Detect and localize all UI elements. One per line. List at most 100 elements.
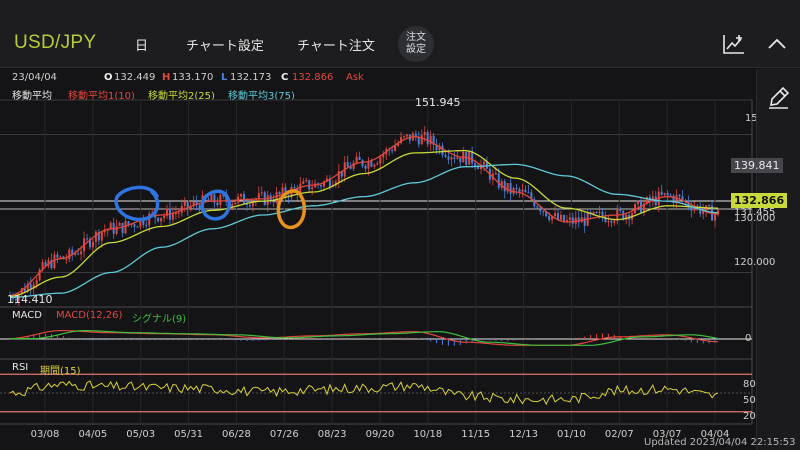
candle-body-204 — [613, 220, 616, 223]
candle-body-117 — [355, 156, 358, 163]
candle-body-226 — [678, 195, 681, 197]
candle-body-91 — [278, 192, 281, 195]
candle-body-154 — [465, 151, 468, 165]
price-tick-120: 120.000 — [734, 257, 776, 268]
rsi-tick-20: 20 — [743, 411, 756, 422]
candle-body-70 — [216, 202, 219, 206]
candle-body-171 — [515, 187, 518, 190]
candle-body-130 — [394, 145, 397, 151]
candle-body-105 — [320, 185, 323, 187]
candle-body-51 — [160, 217, 163, 222]
x-axis-label-12: 02/07 — [605, 429, 634, 440]
candle-body-38 — [121, 222, 124, 234]
candle-body-42 — [133, 224, 136, 227]
candle-body-46 — [145, 224, 148, 226]
candle-body-151 — [456, 157, 459, 159]
candle-body-96 — [293, 187, 296, 189]
candle-body-36 — [115, 225, 118, 234]
candle-body-92 — [281, 187, 284, 195]
last-updated-text: Updated 2023/04/04 22:15:53 — [644, 437, 796, 448]
candle-body-160 — [482, 161, 485, 165]
candle-body-68 — [210, 194, 213, 202]
candle-body-140 — [423, 132, 426, 135]
candle-body-124 — [376, 163, 379, 165]
candle-body-19 — [65, 258, 68, 260]
chart-grid — [0, 99, 753, 425]
candle-body-184 — [554, 213, 557, 217]
candle-body-125 — [379, 157, 382, 164]
candle-body-99 — [302, 181, 305, 184]
moving-average-lines — [9, 136, 719, 298]
candle-body-169 — [509, 183, 512, 194]
candle-body-85 — [260, 192, 263, 194]
candle-body-71 — [219, 195, 222, 206]
candle-body-220 — [660, 191, 663, 195]
candle-body-147 — [444, 154, 447, 157]
candle-body-20 — [68, 249, 71, 259]
candle-body-212 — [637, 201, 640, 205]
ma3-price-box: 139.841 — [731, 158, 783, 173]
candle-body-23 — [77, 253, 80, 255]
macd-signal-label: シグナル(9) — [132, 314, 187, 325]
candle-body-129 — [391, 150, 394, 152]
candle-body-146 — [441, 145, 444, 155]
candle-body-134 — [405, 134, 408, 137]
ma2-line — [9, 149, 718, 298]
candle-body-123 — [373, 164, 376, 167]
price-chart[interactable]: 03/08 04/05 05/03 05/31 06/28 07/26 08/23 09/20… — [0, 0, 800, 450]
annotation-blue-circle-2 — [200, 189, 231, 221]
rsi-title: RSI — [12, 362, 29, 373]
candle-body-28 — [91, 241, 94, 248]
high-price-marker: 151.945 — [415, 96, 461, 109]
candle-body-43 — [136, 226, 139, 228]
candle-body-238 — [714, 214, 717, 221]
candle-body-141 — [426, 132, 429, 145]
candle-body-174 — [524, 189, 527, 193]
candle-body-180 — [542, 211, 545, 213]
candle-body-100 — [305, 180, 308, 182]
candle-body-133 — [402, 136, 405, 138]
candle-body-189 — [568, 217, 571, 220]
candle-body-52 — [163, 215, 166, 218]
candle-body-221 — [663, 193, 666, 195]
annotation-blue-circle-1 — [114, 185, 160, 222]
candle-body-37 — [118, 222, 121, 226]
candle-body-175 — [527, 192, 530, 194]
low-price-marker: 114.410 — [7, 293, 53, 306]
candle-body-59 — [183, 201, 186, 206]
macd-line-label: MACD(12,26) — [56, 310, 123, 321]
candle-body-118 — [358, 156, 361, 160]
candlesticks — [9, 126, 719, 307]
candle-body-222 — [666, 193, 669, 196]
x-axis-label-3: 05/31 — [174, 429, 203, 440]
rsi-line — [9, 380, 719, 406]
candle-body-7 — [29, 284, 32, 289]
candle-body-186 — [559, 214, 562, 220]
rsi-panel — [0, 373, 752, 413]
candle-body-172 — [518, 189, 521, 192]
candle-body-122 — [370, 161, 373, 167]
candle-body-142 — [429, 135, 432, 145]
candle-body-149 — [450, 157, 453, 160]
x-axis-label-7: 09/20 — [366, 429, 395, 440]
candle-body-165 — [497, 173, 500, 188]
x-axis-label-11: 01/10 — [557, 429, 586, 440]
candle-body-194 — [583, 217, 586, 226]
candle-body-79 — [243, 193, 246, 204]
candle-body-198 — [595, 211, 598, 214]
candle-body-87 — [266, 195, 269, 205]
candle-body-101 — [308, 180, 311, 190]
candle-body-114 — [346, 162, 349, 167]
x-axis-label-0: 03/08 — [31, 429, 60, 440]
candle-body-75 — [231, 204, 234, 207]
candle-body-78 — [240, 193, 243, 197]
candle-body-64 — [198, 205, 201, 210]
candle-body-120 — [364, 165, 367, 169]
macd-title: MACD — [12, 310, 42, 321]
x-axis-label-9: 11/15 — [461, 429, 490, 440]
current-price-box: 132.866 — [731, 193, 788, 208]
candle-body-39 — [124, 221, 127, 234]
candle-body-24 — [80, 251, 83, 255]
candle-body-170 — [512, 187, 515, 194]
candle-body-164 — [494, 173, 497, 175]
